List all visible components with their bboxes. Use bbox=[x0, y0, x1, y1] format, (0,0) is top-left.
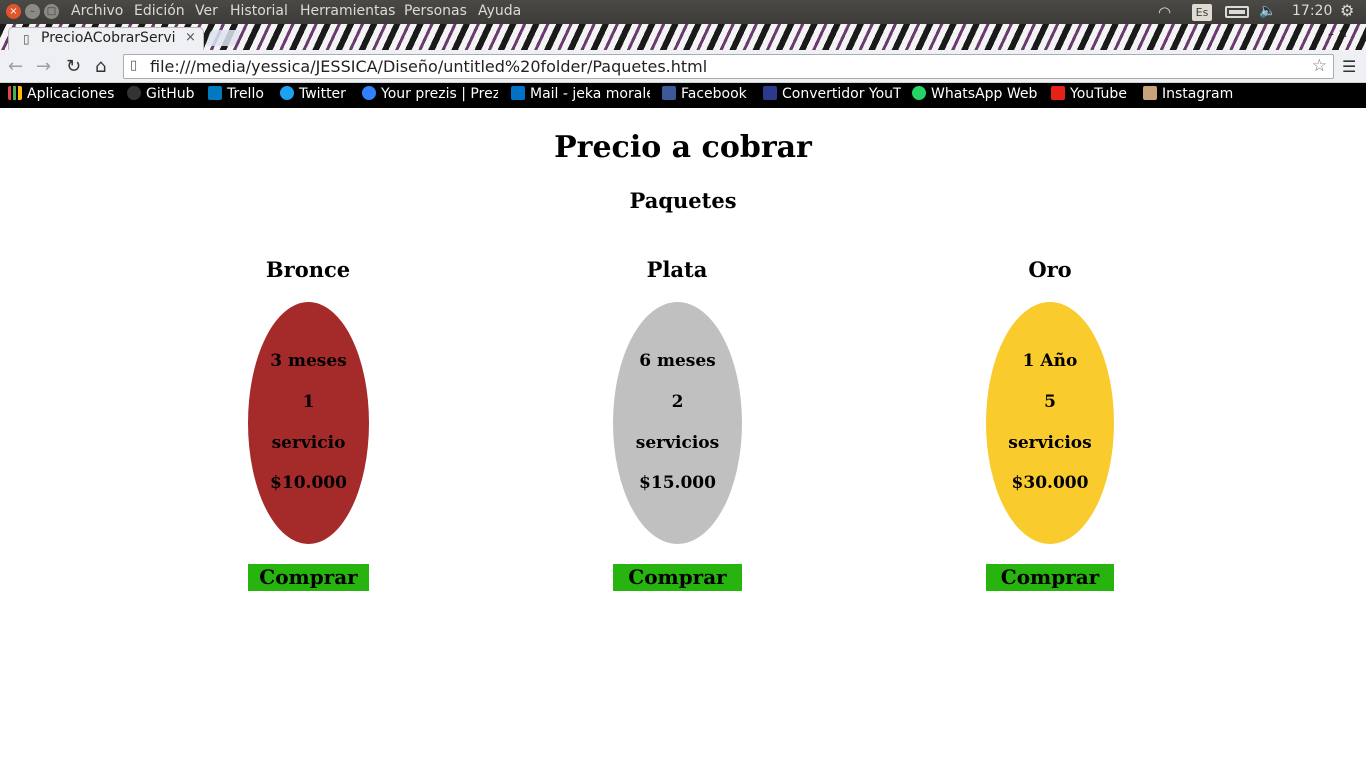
reload-icon[interactable]: ↻ bbox=[66, 56, 81, 77]
bookmark-prezi[interactable]: Your prezis | Prez bbox=[362, 86, 498, 102]
menu-edicion[interactable]: Edición bbox=[134, 3, 185, 19]
package-price: $10.000 bbox=[270, 473, 347, 493]
bookmark-label: YouTube bbox=[1070, 86, 1127, 102]
bookmark-label: Mail - jeka morale bbox=[530, 86, 650, 102]
prezi-icon bbox=[362, 86, 376, 100]
gear-icon[interactable]: ⚙ bbox=[1340, 1, 1354, 20]
package-duration: 6 meses bbox=[639, 351, 716, 371]
bookmark-star-icon[interactable]: ☆ bbox=[1312, 56, 1327, 76]
package-price: $30.000 bbox=[1011, 473, 1089, 493]
package-oval-oro: 1 Año 5 servicios $30.000 bbox=[986, 302, 1114, 544]
bookmark-label: Convertidor YouT bbox=[782, 86, 901, 102]
bookmark-trello[interactable]: Trello bbox=[208, 86, 264, 102]
package-oval-plata: 6 meses 2 servicios $15.000 bbox=[613, 302, 742, 544]
twitter-icon bbox=[280, 86, 294, 100]
bookmark-convertidor[interactable]: Convertidor YouT bbox=[763, 86, 901, 102]
bookmark-label: Instagram bbox=[1162, 86, 1234, 102]
bookmark-instagram[interactable]: Instagram bbox=[1143, 86, 1233, 102]
battery-icon[interactable] bbox=[1225, 6, 1249, 18]
menu-herramientas[interactable]: Herramientas bbox=[300, 3, 395, 19]
buy-button-bronce[interactable]: Comprar bbox=[248, 564, 369, 591]
hamburger-menu-icon[interactable]: ☰ bbox=[1342, 57, 1356, 76]
package-service-count: 2 bbox=[671, 392, 684, 412]
document-icon: ▯ bbox=[23, 32, 30, 46]
package-service-unit: servicios bbox=[635, 433, 720, 453]
menu-personas[interactable]: Personas bbox=[404, 3, 467, 19]
menu-ver[interactable]: Ver bbox=[195, 3, 218, 19]
clock[interactable]: 17:20 bbox=[1292, 3, 1332, 19]
back-arrow-icon[interactable]: ← bbox=[8, 56, 23, 77]
bookmarks-bar: Aplicaciones GitHub Trello Twitter Your … bbox=[0, 83, 1366, 108]
package-service-unit: servicios bbox=[1008, 433, 1092, 453]
window-controls-icon[interactable]: – ✕ bbox=[1328, 27, 1348, 41]
facebook-icon bbox=[662, 86, 676, 100]
bookmark-twitter[interactable]: Twitter bbox=[280, 86, 346, 102]
url-text[interactable]: file:///media/yessica/JESSICA/Diseño/unt… bbox=[150, 57, 707, 76]
home-icon[interactable]: ⌂ bbox=[95, 56, 106, 77]
package-duration: 1 Año bbox=[1022, 351, 1078, 371]
bookmark-whatsapp[interactable]: WhatsApp Web bbox=[912, 86, 1037, 102]
package-duration: 3 meses bbox=[270, 351, 347, 371]
instagram-icon bbox=[1143, 86, 1157, 100]
window-minimize-icon[interactable]: – bbox=[25, 4, 40, 19]
forward-arrow-icon[interactable]: → bbox=[36, 56, 51, 77]
package-service-count: 5 bbox=[1044, 392, 1056, 412]
package-name-oro: Oro bbox=[1028, 257, 1072, 282]
menu-ayuda[interactable]: Ayuda bbox=[478, 3, 521, 19]
page-icon: ▯ bbox=[130, 58, 138, 73]
bookmark-aplicaciones[interactable]: Aplicaciones bbox=[8, 86, 114, 102]
menu-historial[interactable]: Historial bbox=[230, 3, 288, 19]
bookmark-mail[interactable]: Mail - jeka morale bbox=[511, 86, 650, 102]
bookmark-label: Your prezis | Prez bbox=[381, 86, 498, 102]
package-name-plata: Plata bbox=[646, 257, 708, 282]
converter-icon bbox=[763, 86, 777, 100]
menu-archivo[interactable]: Archivo bbox=[71, 3, 123, 19]
bookmark-label: WhatsApp Web bbox=[931, 86, 1038, 102]
tab-active[interactable]: ▯ PrecioACobrarServi × bbox=[8, 27, 204, 50]
package-name-bronce: Bronce bbox=[265, 257, 351, 282]
page-title: Precio a cobrar bbox=[554, 130, 812, 165]
youtube-icon bbox=[1051, 86, 1065, 100]
package-price: $15.000 bbox=[639, 473, 716, 493]
close-icon[interactable]: × bbox=[185, 30, 196, 45]
page-content: Precio a cobrar Paquetes Bronce 3 meses … bbox=[0, 108, 1366, 768]
bookmark-label: GitHub bbox=[146, 86, 195, 102]
bookmark-youtube[interactable]: YouTube bbox=[1051, 86, 1127, 102]
window-maximize-icon[interactable]: □ bbox=[44, 4, 59, 19]
tab-title: PrecioACobrarServi bbox=[41, 30, 176, 46]
bookmark-label: Twitter bbox=[299, 86, 346, 102]
bookmark-github[interactable]: GitHub bbox=[127, 86, 195, 102]
window-close-icon[interactable]: × bbox=[6, 4, 21, 19]
bookmark-label: Aplicaciones bbox=[27, 86, 115, 102]
os-menu-bar: × – □ Archivo Edición Ver Historial Herr… bbox=[0, 0, 1366, 24]
trello-icon bbox=[208, 86, 222, 100]
address-bar[interactable]: ▯ file:///media/yessica/JESSICA/Diseño/u… bbox=[123, 54, 1334, 79]
whatsapp-icon bbox=[912, 86, 926, 100]
package-service-unit: servicio bbox=[271, 433, 346, 453]
apps-grid-icon bbox=[8, 86, 22, 100]
keyboard-layout-indicator[interactable]: Es bbox=[1192, 4, 1212, 21]
mail-icon bbox=[511, 86, 525, 100]
package-oval-bronce: 3 meses 1 servicio $10.000 bbox=[248, 302, 369, 544]
browser-toolbar: ← → ↻ ⌂ ▯ file:///media/yessica/JESSICA/… bbox=[0, 50, 1366, 83]
tab-strip: ▯ PrecioACobrarServi × bbox=[0, 24, 1366, 50]
package-service-count: 1 bbox=[302, 392, 315, 412]
wifi-icon[interactable]: ◠ bbox=[1158, 3, 1171, 21]
page-subtitle: Paquetes bbox=[629, 188, 737, 213]
bookmark-label: Facebook bbox=[681, 86, 747, 102]
bookmark-facebook[interactable]: Facebook bbox=[662, 86, 747, 102]
bookmark-label: Trello bbox=[227, 86, 264, 102]
volume-icon[interactable]: 🔈 bbox=[1259, 3, 1276, 19]
new-tab-button[interactable] bbox=[205, 30, 241, 46]
github-icon bbox=[127, 86, 141, 100]
buy-button-plata[interactable]: Comprar bbox=[613, 564, 742, 591]
buy-button-oro[interactable]: Comprar bbox=[986, 564, 1114, 591]
